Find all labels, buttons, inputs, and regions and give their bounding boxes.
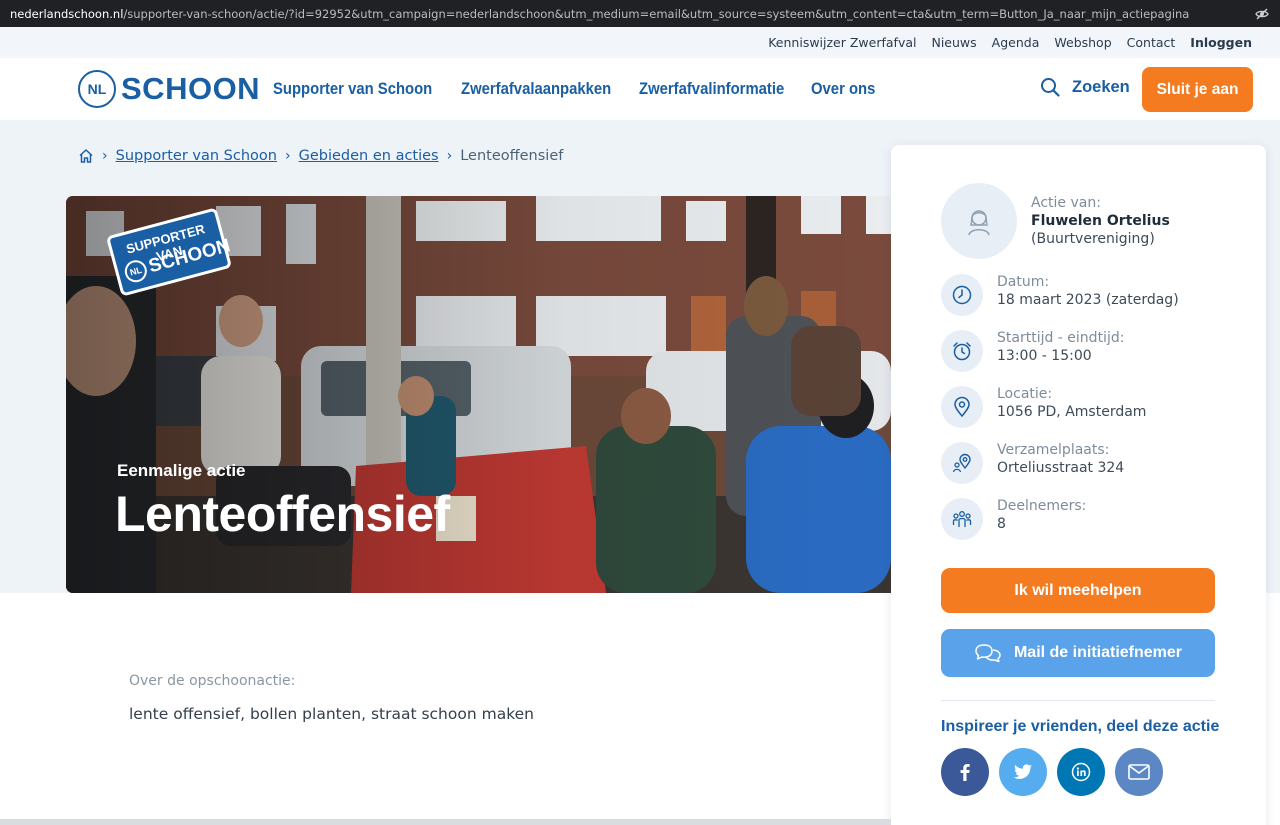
breadcrumb-current: Lenteoffensief [460, 148, 564, 164]
linkedin-icon [1071, 762, 1091, 782]
eye-off-icon[interactable] [1254, 6, 1270, 22]
share-linkedin-button[interactable] [1057, 748, 1105, 796]
nav-over-ons[interactable]: Over ons [811, 80, 875, 99]
site-logo[interactable]: NL SCHOON [78, 70, 260, 108]
home-icon[interactable] [78, 148, 94, 164]
detail-location: Locatie: 1056 PD, Amsterdam [941, 386, 1241, 430]
detail-label: Verzamelplaats: [997, 442, 1110, 458]
chat-bubbles-icon [975, 644, 1001, 663]
logo-mark: NL [78, 70, 116, 108]
facebook-icon [960, 764, 970, 781]
organizer-type: (Buurtvereniging) [1031, 231, 1155, 247]
actie-by-label: Actie van: [1031, 195, 1101, 211]
participants-icon [952, 511, 972, 527]
detail-label: Deelnemers: [997, 498, 1087, 514]
url-text[interactable]: nederlandschoon.nl/supporter-van-schoon/… [10, 7, 1189, 21]
meeting-point-icon [952, 453, 971, 473]
mail-icon [1128, 764, 1150, 780]
share-facebook-button[interactable] [941, 748, 989, 796]
main-header: NL SCHOON Supporter van Schoon Zwerfafva… [0, 58, 1280, 120]
detail-label: Starttijd - eindtijd: [997, 330, 1125, 346]
breadcrumb-supporter-van-schoon[interactable]: Supporter van Schoon [116, 148, 277, 164]
action-details-card: Actie van: Fluwelen Ortelius (Buurtveren… [891, 145, 1266, 825]
clock-icon [952, 285, 972, 305]
divider [941, 700, 1215, 701]
utility-link-nieuws[interactable]: Nieuws [931, 35, 976, 50]
badge-mark: NL [122, 257, 150, 285]
share-mail-button[interactable] [1115, 748, 1163, 796]
detail-icon-wrap [941, 386, 983, 428]
search-button[interactable]: Zoeken [1040, 77, 1130, 97]
detail-meeting-point: Verzamelplaats: Orteliusstraat 324 [941, 442, 1241, 486]
hero-image: SUPPORTER VAN NL SCHOON Eenmalige actie … [66, 196, 891, 593]
nav-zwerfafvalinformatie[interactable]: Zwerfafvalinformatie [639, 80, 784, 99]
hero-title: Lenteoffensief [115, 486, 450, 542]
bottom-image-strip [0, 819, 891, 825]
about-text: lente offensief, bollen planten, straat … [129, 705, 534, 723]
utility-link-contact[interactable]: Contact [1127, 35, 1176, 50]
detail-value: Orteliusstraat 324 [997, 460, 1125, 476]
nav-supporter-van-schoon[interactable]: Supporter van Schoon [273, 80, 432, 99]
nav-zwerfafvalaanpakken[interactable]: Zwerfafvalaanpakken [461, 80, 611, 99]
location-pin-icon [954, 396, 970, 418]
detail-icon-wrap [941, 330, 983, 372]
detail-value: 18 maart 2023 (zaterdag) [997, 292, 1179, 308]
search-icon [1041, 78, 1060, 97]
utility-link-kenniswijzer[interactable]: Kenniswijzer Zwerfafval [768, 35, 916, 50]
url-host: nederlandschoon.nl [10, 6, 124, 21]
utility-link-webshop[interactable]: Webshop [1054, 35, 1111, 50]
help-button[interactable]: Ik wil meehelpen [941, 568, 1215, 613]
about-label: Over de opschoonactie: [129, 673, 296, 689]
breadcrumb-separator: › [285, 148, 291, 164]
detail-value: 1056 PD, Amsterdam [997, 404, 1147, 420]
utility-nav: Kenniswijzer Zwerfafval Nieuws Agenda We… [0, 27, 1280, 58]
share-twitter-button[interactable] [999, 748, 1047, 796]
detail-value: 8 [997, 516, 1006, 532]
detail-icon-wrap [941, 442, 983, 484]
utility-link-agenda[interactable]: Agenda [992, 35, 1040, 50]
logo-text: SCHOON [121, 71, 261, 106]
breadcrumb: › Supporter van Schoon › Gebieden en act… [78, 146, 563, 166]
detail-time: Starttijd - eindtijd: 13:00 - 15:00 [941, 330, 1241, 374]
mail-initiator-label: Mail de initiatiefnemer [1013, 644, 1183, 661]
breadcrumb-gebieden-en-acties[interactable]: Gebieden en acties [299, 148, 439, 164]
share-buttons [941, 748, 1163, 796]
breadcrumb-separator: › [102, 148, 108, 164]
detail-icon-wrap [941, 274, 983, 316]
browser-url-bar[interactable]: nederlandschoon.nl/supporter-van-schoon/… [0, 0, 1280, 27]
avatar [941, 183, 1017, 259]
hero-subtitle: Eenmalige actie [117, 461, 246, 480]
twitter-icon [1013, 764, 1032, 779]
join-button[interactable]: Sluit je aan [1142, 67, 1253, 112]
organizer-name: Fluwelen Ortelius [1031, 213, 1170, 229]
login-link[interactable]: Inloggen [1190, 35, 1252, 50]
main-nav: Supporter van Schoon Zwerfafvalaanpakken… [273, 58, 876, 120]
user-avatar-icon [968, 210, 990, 236]
mail-initiator-button[interactable]: Mail de initiatiefnemer [941, 629, 1215, 677]
detail-label: Locatie: [997, 386, 1053, 402]
breadcrumb-separator: › [446, 148, 453, 164]
detail-participants: Deelnemers: 8 [941, 498, 1241, 542]
detail-label: Datum: [997, 274, 1050, 290]
detail-value: 13:00 - 15:00 [997, 348, 1092, 364]
alarm-clock-icon [953, 342, 971, 361]
url-path: /supporter-van-schoon/actie/?id=92952&ut… [123, 6, 1190, 21]
detail-date: Datum: 18 maart 2023 (zaterdag) [941, 274, 1241, 318]
share-title: Inspireer je vrienden, deel deze actie [941, 718, 1220, 735]
search-label: Zoeken [1072, 77, 1130, 96]
detail-icon-wrap [941, 498, 983, 540]
